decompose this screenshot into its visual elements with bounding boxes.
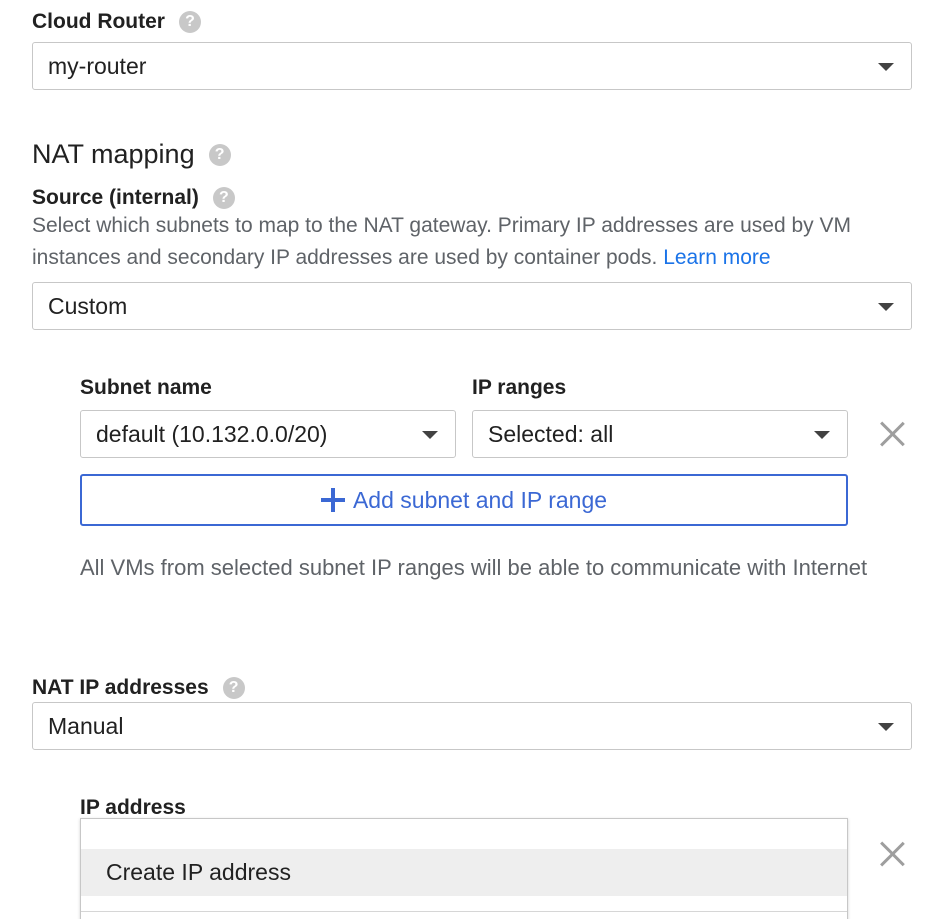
subnet-select[interactable]: default (10.132.0.0/20) xyxy=(80,410,456,458)
add-subnet-button[interactable]: Add subnet and IP range xyxy=(80,474,848,526)
source-label-row: Source (internal) ? xyxy=(32,186,235,210)
chevron-down-icon xyxy=(814,431,830,439)
ip-ranges-select[interactable]: Selected: all xyxy=(472,410,848,458)
ip-ranges-value: Selected: all xyxy=(488,420,614,447)
subnet-value: default (10.132.0.0/20) xyxy=(96,420,328,447)
subnet-name-label: Subnet name xyxy=(80,376,212,399)
source-value: Custom xyxy=(48,292,128,319)
chevron-down-icon xyxy=(422,431,438,439)
nat-ip-select[interactable]: Manual xyxy=(32,702,912,750)
dropdown-divider xyxy=(81,911,847,912)
close-icon[interactable] xyxy=(878,420,906,448)
nat-mapping-title-row: NAT mapping ? xyxy=(32,139,231,170)
source-label: Source (internal) xyxy=(32,186,199,209)
help-icon[interactable]: ? xyxy=(178,11,201,33)
plus-icon xyxy=(320,488,345,512)
ip-address-dropdown: Create IP address xyxy=(80,818,848,919)
nat-mapping-title: NAT mapping xyxy=(32,139,195,169)
create-ip-address-option[interactable]: Create IP address xyxy=(81,849,847,896)
chevron-down-icon xyxy=(878,303,894,311)
cloud-router-label: Cloud Router xyxy=(32,10,165,33)
nat-ip-label: NAT IP addresses xyxy=(32,676,209,699)
help-icon[interactable]: ? xyxy=(212,187,235,209)
cloud-router-select[interactable]: my-router xyxy=(32,42,912,90)
source-select[interactable]: Custom xyxy=(32,282,912,330)
close-icon[interactable] xyxy=(878,840,906,868)
nat-ip-value: Manual xyxy=(48,712,124,739)
cloud-router-label-row: Cloud Router ? xyxy=(32,10,201,34)
add-subnet-button-label: Add subnet and IP range xyxy=(352,486,608,513)
learn-more-link[interactable]: Learn more xyxy=(663,246,770,269)
subnet-info-text: All VMs from selected subnet IP ranges w… xyxy=(80,555,868,580)
ip-address-label: IP address xyxy=(80,796,186,819)
source-description: Select which subnets to map to the NAT g… xyxy=(32,210,912,274)
chevron-down-icon xyxy=(878,63,894,71)
nat-ip-label-row: NAT IP addresses ? xyxy=(32,676,245,700)
ip-ranges-label: IP ranges xyxy=(472,376,567,399)
nat-config-form: Cloud Router ? my-router NAT mapping ? S… xyxy=(0,0,936,919)
help-icon[interactable]: ? xyxy=(208,143,231,166)
cloud-router-value: my-router xyxy=(48,52,147,79)
chevron-down-icon xyxy=(878,723,894,731)
help-icon[interactable]: ? xyxy=(222,677,245,699)
